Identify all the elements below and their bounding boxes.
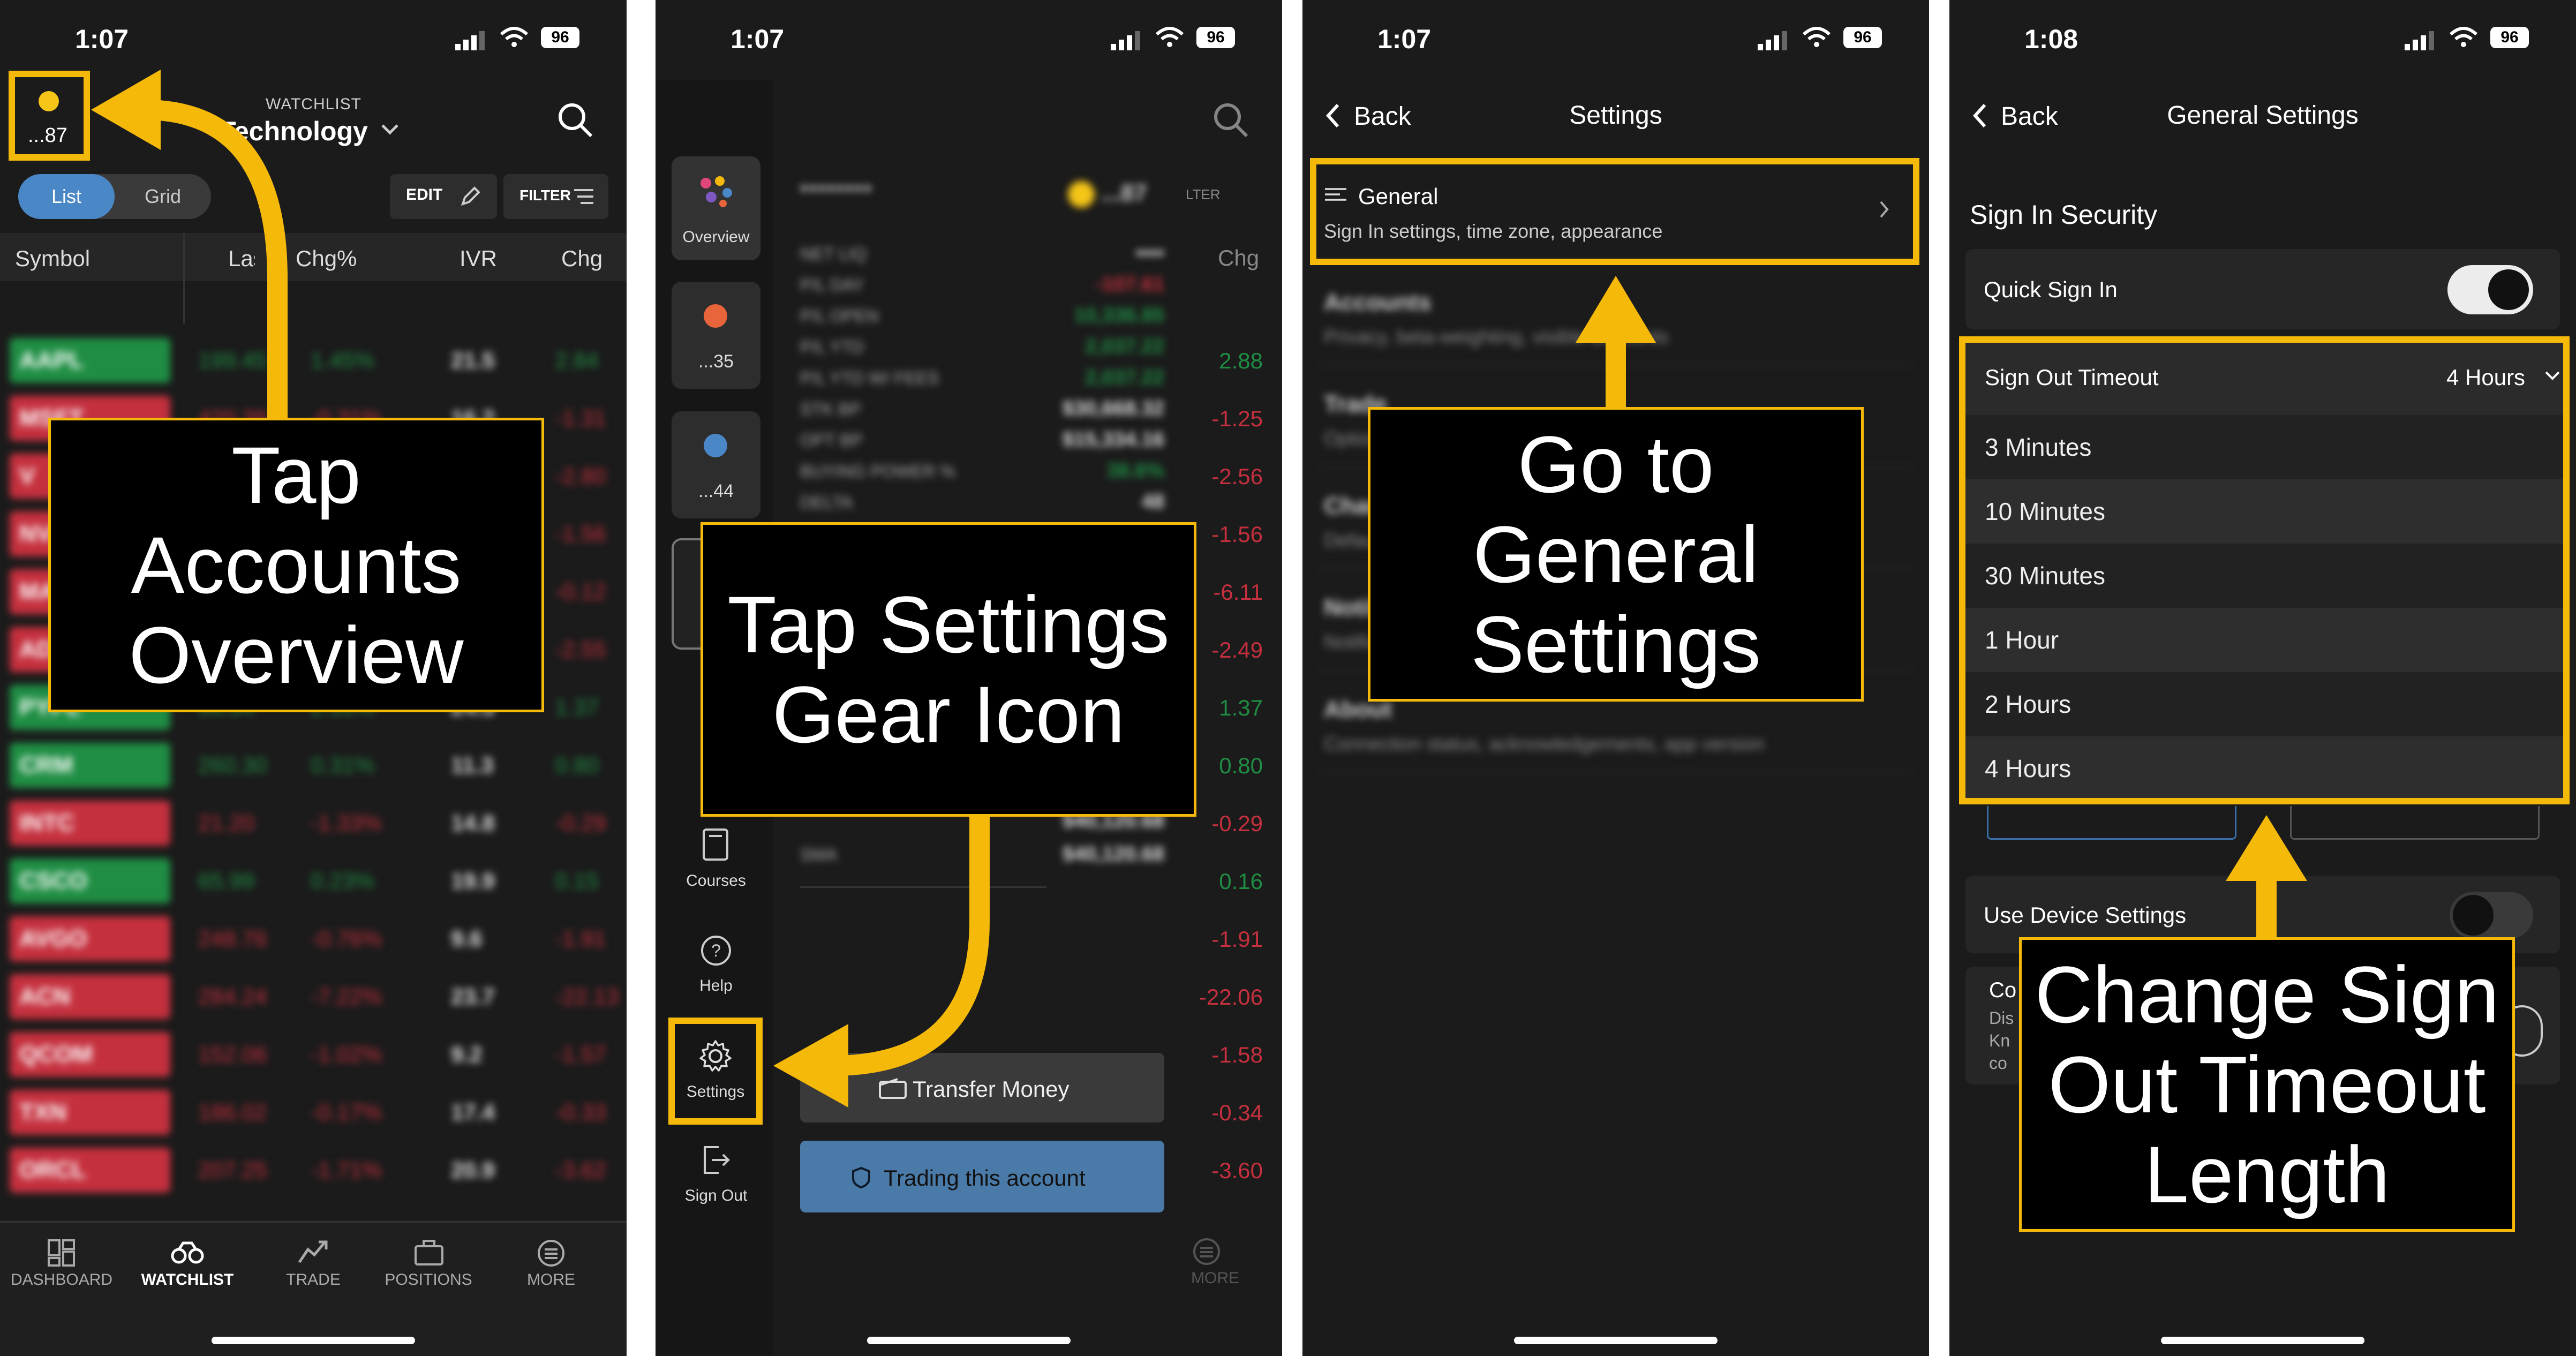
- settings-row-subtitle: Connection status, acknowledgements, app…: [1324, 733, 1765, 755]
- arrow-to-timeout-icon: [2226, 815, 2307, 937]
- binoculars-icon: [171, 1241, 204, 1264]
- home-indicator: [867, 1337, 1071, 1344]
- table-row[interactable]: CRM 260.30 0.31% 11.3 0.80: [0, 740, 627, 791]
- tab-watchlist[interactable]: WATCHLIST: [134, 1271, 241, 1289]
- ivr-value: 17.4: [451, 1099, 495, 1125]
- symbol-chip[interactable]: ACN: [10, 974, 170, 1019]
- tab-dashboard[interactable]: DASHBOARD: [11, 1271, 112, 1289]
- change-percent: -1.71%: [311, 1157, 382, 1182]
- change-percent: 0.31%: [311, 752, 375, 778]
- change-value: -1.91: [555, 926, 606, 951]
- home-indicator: [212, 1337, 415, 1344]
- home-indicator: [1514, 1337, 1718, 1344]
- last-price: 65.99: [198, 868, 255, 893]
- ivr-value: 23.7: [451, 984, 495, 1009]
- change-value: 0.15: [555, 868, 599, 893]
- briefcase-icon: [415, 1240, 443, 1265]
- table-row[interactable]: AVGO 248.76 -0.76% 9.6 -1.91: [0, 913, 627, 965]
- home-indicator: [2161, 1337, 2364, 1344]
- more-icon: [538, 1240, 564, 1267]
- change-value: -3.62: [555, 1157, 606, 1182]
- general-settings-screen: 1:08 96 Back General Settings Sign In Se…: [1949, 0, 2576, 1356]
- change-value: -0.29: [555, 810, 606, 835]
- last-price: 186.02: [198, 1099, 267, 1125]
- change-value: -0.12: [555, 579, 606, 604]
- change-percent: -0.76%: [311, 926, 382, 951]
- trade-icon: [298, 1240, 328, 1263]
- watchlist-screen: 1:07 96 ...87 WATCHLIST Technology List …: [0, 0, 627, 1356]
- ivr-value: 9.6: [451, 926, 483, 951]
- dashboard-icon: [48, 1239, 75, 1267]
- symbol-chip[interactable]: INTC: [10, 801, 170, 846]
- ivr-value: 11.3: [451, 752, 494, 778]
- ivr-value: 19.9: [451, 868, 495, 893]
- change-value: 1.37: [555, 695, 599, 720]
- tab-positions[interactable]: POSITIONS: [378, 1271, 479, 1289]
- settings-screen: 1:07 96 Back Settings General Sign In se…: [1302, 0, 1929, 1356]
- tab-more[interactable]: MORE: [500, 1271, 602, 1289]
- change-percent: -7.22%: [311, 984, 382, 1009]
- symbol-chip[interactable]: ORCL: [10, 1148, 170, 1193]
- last-price: 260.30: [198, 752, 267, 778]
- symbol-chip[interactable]: AVGO: [10, 916, 170, 961]
- last-price: 207.25: [198, 1157, 267, 1182]
- ivr-value: 14.8: [451, 810, 495, 835]
- change-value: 0.80: [555, 752, 599, 778]
- table-row[interactable]: INTC 21.20 -1.33% 14.8 -0.29: [0, 797, 627, 849]
- change-percent: 0.23%: [311, 868, 375, 893]
- bottom-tab-bar: DASHBOARD WATCHLIST TRADE POSITIONS MORE: [0, 1221, 627, 1356]
- table-row[interactable]: CSCO 65.99 0.23% 19.9 0.15: [0, 855, 627, 907]
- change-value: -22.13: [555, 984, 619, 1009]
- account-drawer-screen: 1:07 96 Overview ...35 ...44 Courses ? H…: [656, 0, 1282, 1356]
- ivr-value: 20.9: [451, 1157, 495, 1182]
- change-percent: -1.33%: [311, 810, 382, 835]
- last-price: 152.06: [198, 1042, 267, 1067]
- change-value: -0.33: [555, 1099, 606, 1125]
- table-row[interactable]: ORCL 207.25 -1.71% 20.9 -3.62: [0, 1144, 627, 1196]
- arrow-to-general-icon: [1576, 276, 1656, 407]
- symbol-chip[interactable]: CRM: [10, 743, 170, 788]
- ivr-value: 9.2: [451, 1042, 483, 1067]
- change-percent: -0.17%: [311, 1099, 382, 1125]
- table-row[interactable]: ACN 284.24 -7.22% 23.7 -22.13: [0, 971, 627, 1022]
- arrow-to-accounts-icon: [91, 70, 288, 418]
- change-percent: -1.02%: [311, 1042, 382, 1067]
- tab-trade[interactable]: TRADE: [262, 1271, 364, 1289]
- table-row[interactable]: QCOM 152.06 -1.02% 9.2 -1.57: [0, 1029, 627, 1080]
- arrow-to-settings-icon: [773, 817, 990, 1108]
- last-price: 248.76: [198, 926, 267, 951]
- change-value: -2.55: [555, 637, 606, 662]
- last-price: 21.20: [198, 810, 255, 835]
- symbol-chip[interactable]: QCOM: [10, 1032, 170, 1077]
- table-row[interactable]: TXN 186.02 -0.17% 17.4 -0.33: [0, 1087, 627, 1138]
- symbol-chip[interactable]: CSCO: [10, 858, 170, 903]
- change-value: -1.57: [555, 1042, 606, 1067]
- change-value: -1.56: [555, 521, 606, 546]
- symbol-chip[interactable]: TXN: [10, 1090, 170, 1135]
- last-price: 284.24: [198, 984, 267, 1009]
